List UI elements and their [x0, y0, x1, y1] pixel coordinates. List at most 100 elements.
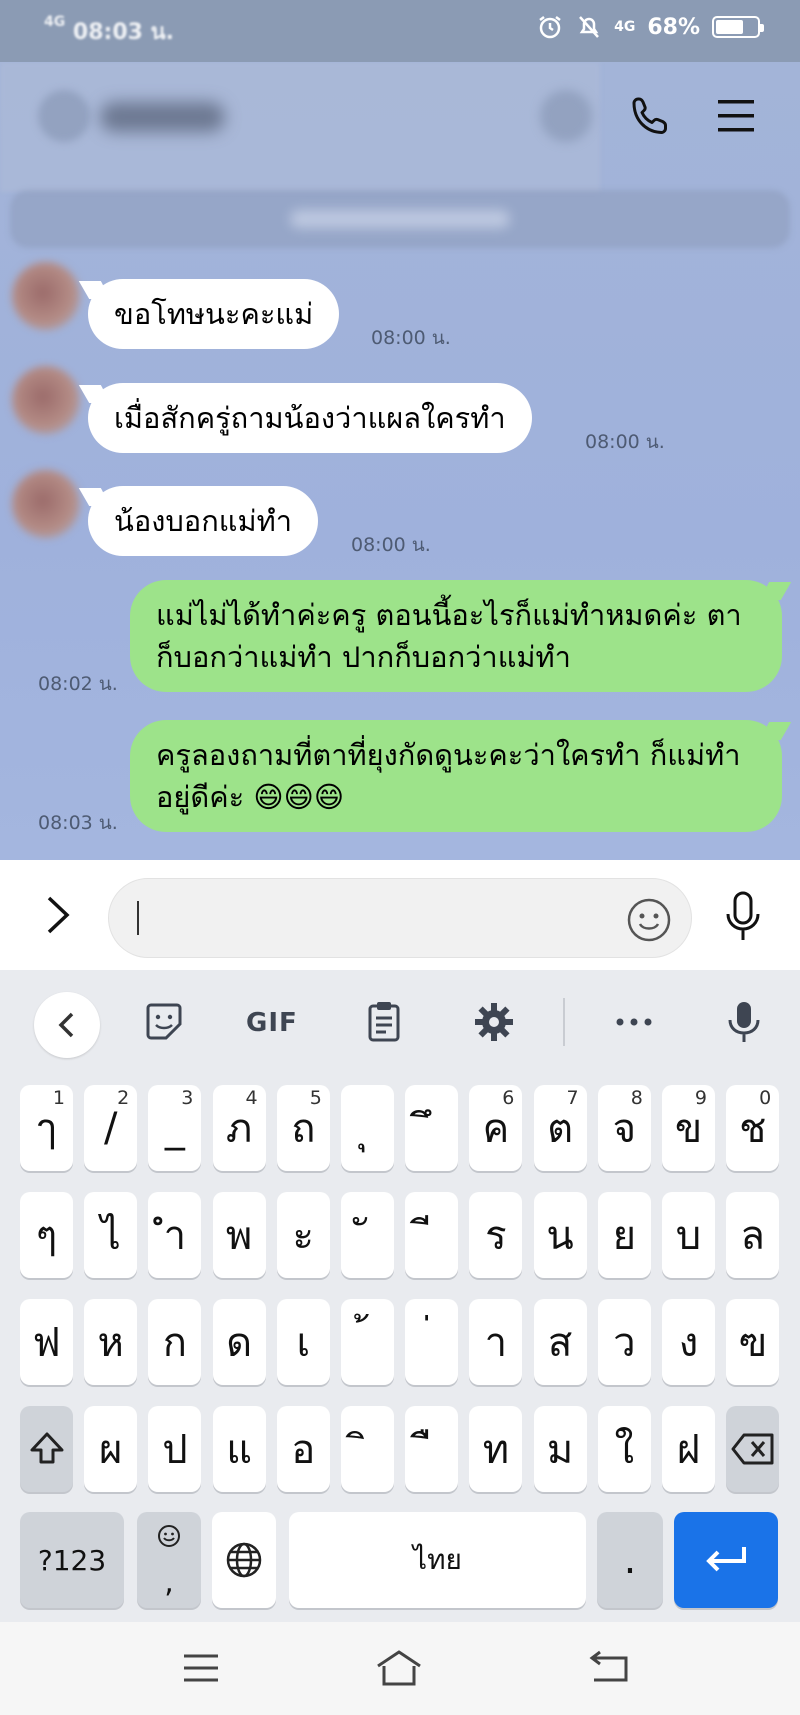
shift-key[interactable] [20, 1406, 73, 1492]
backspace-key[interactable] [726, 1406, 780, 1492]
keyboard-key[interactable]: ข9 [662, 1085, 715, 1171]
keyboard-key[interactable]: พ [212, 1192, 266, 1278]
phone-call-icon[interactable] [628, 94, 672, 138]
keyboard-key[interactable]: ส [533, 1299, 587, 1385]
keyboard-key[interactable]: ป [148, 1406, 202, 1492]
space-key[interactable]: ไทย [289, 1512, 586, 1608]
keyboard-key[interactable]: ุ [341, 1085, 394, 1171]
home-icon[interactable] [374, 1646, 424, 1690]
keyboard-key[interactable]: ฝ [662, 1406, 715, 1492]
keyboard-key[interactable]: ิ [341, 1406, 394, 1492]
keyboard-key[interactable]: ท [469, 1406, 523, 1492]
message-input[interactable] [108, 878, 692, 958]
keyboard-key[interactable]: ง [662, 1299, 715, 1385]
symbols-key[interactable]: ?123 [20, 1512, 124, 1608]
sender-avatar[interactable] [12, 366, 80, 434]
sticker-icon[interactable] [142, 1000, 186, 1044]
keyboard-key[interactable]: ะ [276, 1192, 330, 1278]
toolbar-divider [563, 998, 565, 1046]
message-bubble-incoming[interactable]: ขอโทษนะคะแม่ [88, 279, 340, 349]
keyboard-key[interactable]: ำ [148, 1192, 202, 1278]
voice-input-icon[interactable] [722, 1000, 766, 1044]
sender-avatar[interactable] [12, 470, 80, 538]
key-label: . [623, 1537, 637, 1583]
keyboard-key[interactable]: น [533, 1192, 587, 1278]
recent-apps-icon[interactable] [176, 1646, 226, 1690]
message-bubble-incoming[interactable]: น้องบอกแม่ทำ [88, 486, 318, 556]
keyboard-key[interactable]: _ 3 [148, 1085, 202, 1171]
keyboard-key[interactable]: ึ [405, 1085, 459, 1171]
keyboard-key[interactable]: ่ [405, 1299, 459, 1385]
microphone-icon[interactable] [722, 890, 764, 944]
key-label: ?123 [37, 1543, 107, 1577]
battery-icon [712, 16, 764, 38]
key-label: ก [162, 1320, 187, 1366]
clipboard-icon[interactable] [362, 1000, 406, 1044]
emoji-comma-key[interactable]: , [137, 1512, 201, 1608]
key-label: ล [740, 1213, 765, 1259]
keyboard-key[interactable]: ใ [597, 1406, 651, 1492]
keyboard-key[interactable]: ไ [84, 1192, 138, 1278]
period-key[interactable]: . [597, 1512, 663, 1608]
keyboard-key[interactable]: ด [212, 1299, 266, 1385]
keyboard-key[interactable]: ฃ [726, 1299, 780, 1385]
status-time: 08:03 น. [72, 20, 174, 45]
language-key[interactable] [212, 1512, 276, 1608]
search-button[interactable] [540, 90, 592, 142]
keyboard-key[interactable]: ๆ [20, 1192, 73, 1278]
keyboard-key[interactable]: ี [405, 1192, 459, 1278]
keyboard-key[interactable]: ฟ [20, 1299, 73, 1385]
gif-button[interactable]: GIF [246, 1008, 298, 1038]
keyboard-key[interactable]: ั [341, 1192, 394, 1278]
key-label: ร [485, 1213, 507, 1259]
keyboard-key[interactable]: ภ4 [212, 1085, 266, 1171]
keyboard-key[interactable]: ล [726, 1192, 780, 1278]
more-dots-icon[interactable] [612, 1000, 656, 1044]
battery-percent: 68% [647, 14, 700, 40]
keyboard-key[interactable]: ห [84, 1299, 138, 1385]
keyboard-key[interactable]: /2 [84, 1085, 138, 1171]
message-bubble-outgoing[interactable]: ครูลองถามที่ตาที่ยุงกัดดูนะคะว่าใครทำ ก็… [130, 720, 782, 832]
keyboard-key[interactable]: ม [533, 1406, 587, 1492]
keyboard-key[interactable]: ก [148, 1299, 202, 1385]
keyboard-key[interactable]: ย [597, 1192, 651, 1278]
keyboard-key[interactable]: ค6 [469, 1085, 523, 1171]
keyboard-key[interactable]: า [469, 1299, 523, 1385]
keyboard-key[interactable]: ร [469, 1192, 523, 1278]
status-bar: 4G 08:03 น. 4G 68% [0, 0, 800, 62]
keyboard-key[interactable]: จ8 [597, 1085, 651, 1171]
key-number-hint: 8 [630, 1087, 643, 1109]
chat-area[interactable]: ขอโทษนะคะแม่ 08:00 น. เมื่อสักครู่ถามน้อ… [0, 62, 800, 860]
keyboard-key[interactable]: ื [405, 1406, 459, 1492]
keyboard-key[interactable]: ผ [84, 1406, 138, 1492]
key-label: แ [226, 1427, 252, 1473]
key-label: ไ [100, 1213, 121, 1259]
keyboard-key[interactable]: แ [212, 1406, 266, 1492]
keyboard-key[interactable]: อ [276, 1406, 330, 1492]
menu-icon[interactable] [714, 96, 758, 136]
emoji-smile-icon[interactable] [626, 897, 672, 943]
keyboard-key[interactable]: ๅ1 [20, 1085, 73, 1171]
key-label: ผ [98, 1427, 123, 1473]
message-time: 08:00 น. [351, 534, 431, 556]
message-bubble-incoming[interactable]: เมื่อสักครู่ถามน้องว่าแผลใครทำ [88, 383, 532, 453]
chevron-right-icon[interactable] [40, 892, 76, 938]
comma-label: , [164, 1565, 174, 1600]
back-icon[interactable] [586, 1646, 636, 1690]
enter-key[interactable] [674, 1512, 778, 1608]
status-time-group: 4G 08:03 น. [44, 14, 174, 49]
sender-avatar[interactable] [12, 262, 80, 330]
message-bubble-outgoing[interactable]: แม่ไม่ได้ทำค่ะครู ตอนนี้อะไรก็แม่ทำหมดค่… [130, 580, 782, 692]
keyboard-key[interactable]: ถ5 [276, 1085, 330, 1171]
settings-gear-icon[interactable] [472, 1000, 516, 1044]
keyboard-key[interactable]: ว [597, 1299, 651, 1385]
keyboard-key[interactable]: ต7 [533, 1085, 587, 1171]
key-number-hint: 4 [245, 1087, 258, 1109]
back-button[interactable] [38, 90, 90, 142]
keyboard-back-button[interactable] [34, 992, 100, 1058]
keyboard-key[interactable]: ้ [341, 1299, 394, 1385]
keyboard-key[interactable]: เ [276, 1299, 330, 1385]
keyboard-key[interactable]: บ [662, 1192, 715, 1278]
contact-name [100, 102, 225, 132]
keyboard-key[interactable]: ช0 [726, 1085, 780, 1171]
